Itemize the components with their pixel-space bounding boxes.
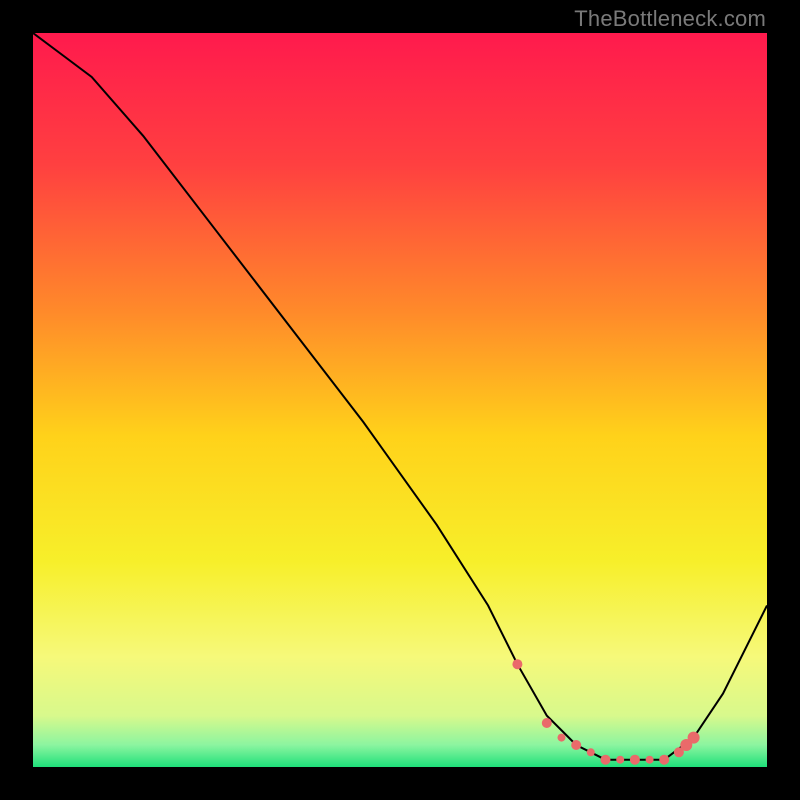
chart-stage: TheBottleneck.com: [0, 0, 800, 800]
plot-area: [33, 33, 767, 767]
gradient-background: [33, 33, 767, 767]
attribution-label: TheBottleneck.com: [574, 6, 766, 32]
